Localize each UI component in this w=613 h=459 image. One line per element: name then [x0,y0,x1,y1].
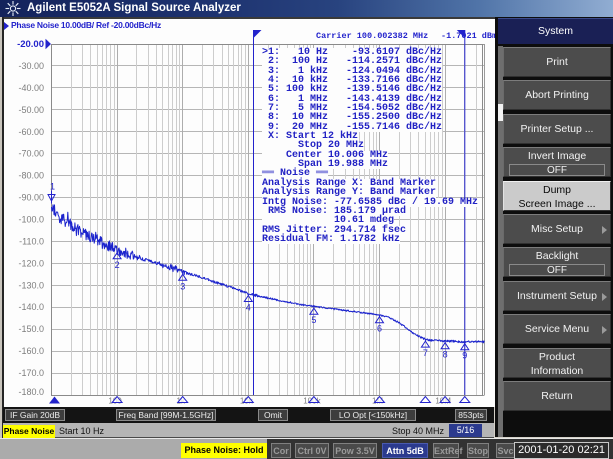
svg-text:-140.0: -140.0 [18,302,44,312]
svg-text:9: 9 [462,351,467,361]
svg-text:-30.00: -30.00 [18,61,44,71]
svg-text:2: 2 [115,260,120,270]
svg-text:-160.0: -160.0 [18,346,44,356]
svg-text:8: 8 [443,350,448,360]
svg-text:-110.0: -110.0 [19,236,44,246]
svg-text:5: 5 [311,315,316,325]
svg-text:1: 1 [50,182,55,192]
svg-text:-50.00: -50.00 [18,105,44,115]
svg-text:-90.00: -90.00 [18,193,44,203]
svg-text:-20.00: -20.00 [17,39,44,50]
svg-text:-180.0: -180.0 [18,387,44,397]
svg-text:-80.00: -80.00 [18,171,44,181]
svg-text:-100.0: -100.0 [18,215,44,225]
svg-text:-40.00: -40.00 [18,83,44,93]
svg-text:-120.0: -120.0 [18,258,44,268]
svg-text:3: 3 [180,281,185,291]
svg-text:-60.00: -60.00 [18,127,44,137]
svg-text:-150.0: -150.0 [18,324,44,334]
svg-text:6: 6 [377,324,382,334]
svg-text:-70.00: -70.00 [18,149,44,159]
svg-text:4: 4 [246,303,251,313]
svg-text:-130.0: -130.0 [18,280,44,290]
svg-text:-170.0: -170.0 [18,368,44,378]
svg-text:7: 7 [423,348,428,358]
